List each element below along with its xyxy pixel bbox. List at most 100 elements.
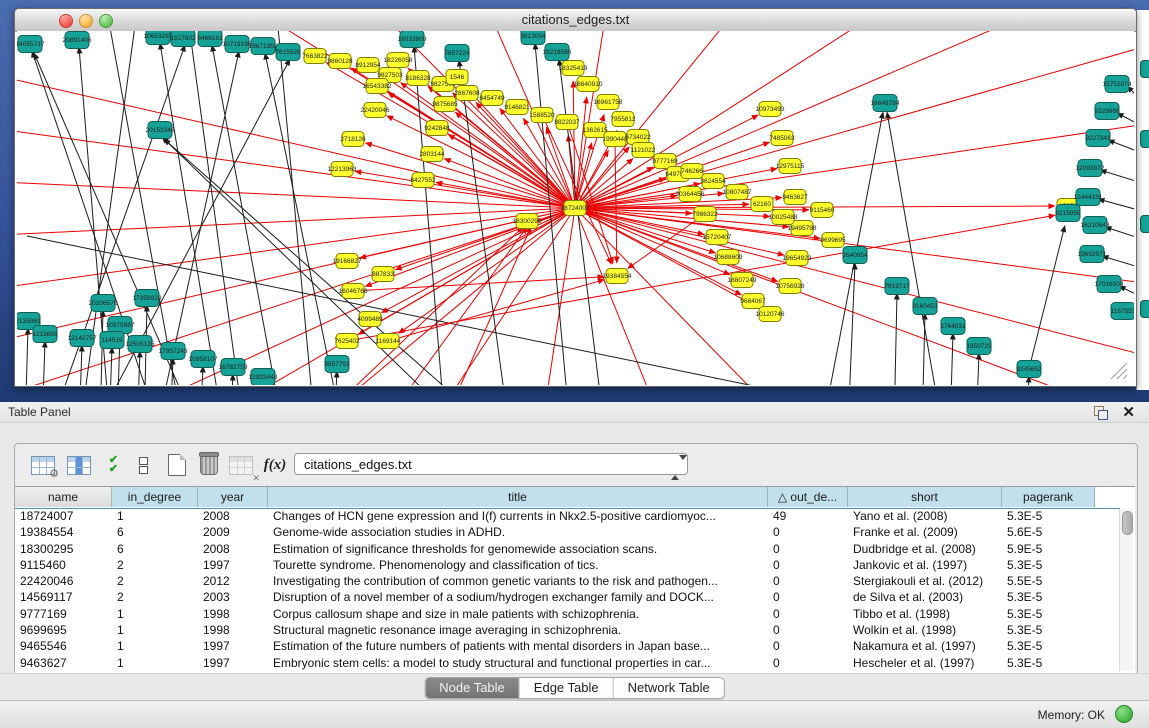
tab-node-table[interactable]: Node Table: [425, 678, 520, 698]
graph-node[interactable]: 1215689: [32, 326, 58, 343]
graph-node[interactable]: 7919717: [884, 278, 910, 295]
graph-node[interactable]: 10653287: [144, 31, 173, 45]
graph-node[interactable]: 8454749: [479, 91, 505, 106]
column-header-name[interactable]: name: [15, 487, 112, 507]
graph-node[interactable]: 9115460: [810, 203, 835, 218]
graph-node[interactable]: 14055717: [17, 36, 45, 53]
graph-node[interactable]: 17016504: [1095, 276, 1124, 293]
graph-node[interactable]: 2718126: [340, 132, 366, 147]
graph-node[interactable]: 12444151: [1074, 189, 1103, 206]
graph-node[interactable]: 7485063: [769, 131, 795, 146]
graph-node[interactable]: 8427552: [410, 173, 436, 188]
graph-edge[interactable]: [109, 347, 112, 385]
graph-edge[interactable]: [42, 341, 45, 385]
graph-edge[interactable]: [575, 208, 778, 282]
graph-node[interactable]: 10958107: [189, 351, 218, 368]
graph-node[interactable]: 4099489: [357, 312, 383, 327]
graph-node[interactable]: 1990448: [602, 132, 628, 147]
graph-edge[interactable]: [47, 208, 575, 385]
graph-node[interactable]: 2803144: [419, 147, 445, 162]
graph-node[interactable]: 9875685: [432, 97, 458, 112]
graph-edge[interactable]: [950, 333, 953, 385]
graph-node[interactable]: 1640954: [842, 247, 868, 264]
table-settings-icon[interactable]: ⚙: [29, 451, 57, 479]
graph-node[interactable]: 9857791: [324, 356, 350, 373]
graph-node[interactable]: 18325419: [559, 61, 588, 76]
column-header-in-degree[interactable]: in_degree: [112, 487, 198, 507]
graph-node[interactable]: 22420046: [361, 103, 390, 118]
graph-edge[interactable]: [334, 371, 337, 385]
column-header-out-de---[interactable]: △ out_de...: [768, 487, 848, 507]
graph-node[interactable]: 16210643: [1081, 217, 1110, 234]
graph-node[interactable]: 7625402: [334, 334, 360, 349]
graph-node[interactable]: 12923448: [249, 369, 278, 386]
table-row[interactable]: 969969511998Structural magnetic resonanc…: [15, 622, 1120, 638]
graph-node[interactable]: 10973493: [756, 102, 785, 117]
graph-node[interactable]: 17359928: [133, 290, 162, 307]
graph-node[interactable]: 16648784: [871, 95, 900, 112]
column-header-pagerank[interactable]: pagerank: [1002, 487, 1095, 507]
graph-node[interactable]: 7955812: [610, 112, 636, 127]
graph-edge[interactable]: [157, 208, 575, 385]
graph-node[interactable]: 12213963: [328, 162, 357, 177]
table-row[interactable]: 1830029562008Estimation of significance …: [15, 541, 1120, 557]
graph-node[interactable]: 1764031: [940, 318, 966, 335]
new-table-icon[interactable]: [163, 451, 191, 479]
graph-node[interactable]: 19692971: [1078, 246, 1107, 263]
graph-node[interactable]: 746266: [681, 164, 703, 179]
graph-node[interactable]: 9160453: [912, 298, 938, 315]
graph-node[interactable]: 9245652: [1016, 361, 1042, 378]
graph-node[interactable]: 8466161: [197, 31, 223, 47]
table-row[interactable]: 1938455462009Genome-wide association stu…: [15, 524, 1120, 540]
table-row[interactable]: 911546021997Tourette syndrome. Phenomeno…: [15, 557, 1120, 573]
graph-edge[interactable]: [200, 366, 203, 385]
delete-table-icon[interactable]: ✕: [227, 451, 255, 479]
graph-node[interactable]: 7615526: [275, 44, 301, 61]
graph-node[interactable]: 18300295: [513, 214, 542, 229]
node-table[interactable]: namein_degreeyeartitle△ out_de...shortpa…: [15, 486, 1135, 673]
tab-network-table[interactable]: Network Table: [614, 678, 724, 698]
graph-node[interactable]: 1169144: [376, 334, 401, 349]
graph-edge[interactable]: [575, 208, 817, 385]
graph-node[interactable]: 12093872: [1076, 160, 1105, 177]
table-row[interactable]: 1872400712008Changes of HCN gene express…: [15, 508, 1120, 524]
graph-node[interactable]: 9146821: [504, 100, 530, 115]
graph-node[interactable]: 2867608: [454, 86, 480, 101]
column-header-short[interactable]: short: [848, 487, 1002, 507]
graph-node[interactable]: 8822037: [554, 115, 580, 130]
column-header-title[interactable]: title: [268, 487, 768, 507]
graph-node[interactable]: 15751074: [1103, 76, 1132, 93]
graph-node[interactable]: 9699695: [820, 233, 846, 248]
graph-node[interactable]: 20364456: [676, 187, 705, 202]
table-row[interactable]: 2242004622012Investigating the contribut…: [15, 573, 1120, 589]
graph-node[interactable]: 7986322: [692, 207, 718, 222]
graph-node[interactable]: 62160: [751, 197, 773, 212]
graph-node[interactable]: 19654923: [783, 251, 812, 266]
graph-node[interactable]: 16033809: [398, 31, 427, 48]
graph-node[interactable]: 10719195: [223, 36, 252, 53]
graph-node[interactable]: 18724007: [561, 201, 590, 216]
resize-grip[interactable]: [1111, 363, 1127, 379]
table-row[interactable]: 1456911722003Disruption of a novel membe…: [15, 589, 1120, 605]
graph-node[interactable]: 10688609: [714, 250, 743, 265]
graph-edge[interactable]: [444, 159, 575, 208]
close-panel-icon[interactable]: ✕: [1122, 403, 1135, 421]
graph-node[interactable]: 9329966: [1094, 103, 1120, 120]
graph-node[interactable]: 16961758: [594, 95, 623, 110]
graph-node[interactable]: 20206576: [89, 295, 118, 312]
graph-edge[interactable]: [365, 208, 575, 286]
column-header-year[interactable]: year: [198, 487, 268, 507]
unselect-rows-icon[interactable]: [129, 451, 157, 479]
graph-node[interactable]: 10120746: [756, 307, 785, 322]
graph-node[interactable]: 12975115: [776, 159, 805, 174]
graph-node[interactable]: 9242848: [424, 121, 450, 136]
graph-node[interactable]: 12505135: [126, 336, 155, 353]
graph-node[interactable]: 1121022: [631, 143, 656, 158]
graph-node[interactable]: 10975887: [106, 317, 135, 334]
memory-ok-indicator[interactable]: [1115, 705, 1133, 723]
graph-node[interactable]: 10025488: [769, 210, 798, 225]
graph-node[interactable]: 18640910: [574, 77, 603, 92]
select-all-checks-icon[interactable]: ✔✔: [99, 451, 127, 479]
graph-edge[interactable]: [575, 46, 1134, 208]
graph-node[interactable]: 18807249: [728, 273, 757, 288]
